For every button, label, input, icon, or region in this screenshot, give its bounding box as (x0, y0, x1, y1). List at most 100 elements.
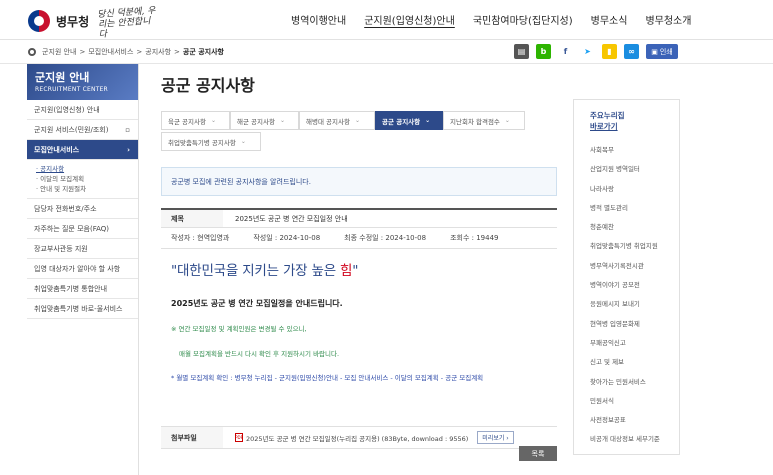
side-nav-item[interactable]: 장교부사관등 지원 (27, 239, 138, 259)
quick-link[interactable]: 병역이야기 공모전 (590, 279, 679, 298)
quick-link[interactable]: 병적 별도관리 (590, 202, 679, 221)
hero-slogan: "대한민국을 지키는 가장 높은 힘" (171, 263, 359, 279)
quick-link[interactable]: 사전정보공표 (590, 414, 679, 433)
kakaostory-icon[interactable]: ▮ (602, 44, 617, 59)
list-button[interactable]: 목록 (519, 446, 557, 461)
side-nav-item[interactable]: 취업맞춤특기병 바로-울서비스 (27, 299, 138, 319)
quick-link[interactable]: 사회복무 (590, 144, 679, 163)
chevron-down-icon: ⌄ (279, 117, 285, 124)
quick-links-list: 사회복무 산업지원 병역일터 나라사랑 병적 별도관리 청춘예찬 취업맞춤특기병… (590, 144, 679, 453)
post-date: 작성일 : 2024-10-08 (253, 234, 321, 242)
printer-small-icon[interactable]: ▤ (514, 44, 529, 59)
preview-button[interactable]: 미리보기 › (477, 431, 514, 444)
quick-link[interactable]: 찾아가는 민원서비스 (590, 376, 679, 395)
post-author: 작성자 : 현역입영과 (171, 234, 230, 242)
print-button[interactable]: ▣ 인쇄 (646, 44, 678, 59)
side-nav-item[interactable]: 군지원(입영신청) 안내 (27, 100, 138, 120)
quick-link[interactable]: 취업맞춤특기병 취업지원 (590, 240, 679, 259)
nav-item-participation[interactable]: 국민참여마당(집단지성) (473, 12, 573, 27)
breadcrumb-bar: 군지원 안내 > 모집안내서비스 > 공지사항 > 공군 공지사항 ▤ b f ➤ ▮… (0, 40, 773, 64)
attachment-row: 첨부파일 PDF 2025년도 공군 병 연간 모집일정(누리집 공지용) (8… (161, 427, 557, 449)
nav-item-enlistment[interactable]: 군지원(입영신청)안내 (364, 12, 455, 27)
chevron-down-icon: ⌄ (504, 117, 510, 124)
pdf-icon: PDF (235, 433, 243, 442)
tab-past-scores[interactable]: 지난회차 합격점수 ⌄ (443, 111, 525, 130)
nav-item-service-guide[interactable]: 병역이행안내 (291, 12, 346, 27)
quick-link[interactable]: 현역병 입영문화제 (590, 318, 679, 337)
info-box: 공군병 모집에 관련된 공지사항을 알려드립니다. (161, 167, 557, 196)
site-header: 병무청 당신 덕분에, 우리는 안전합니다 병역이행안내 군지원(입영신청)안내… (0, 0, 773, 40)
print-label: 인쇄 (659, 47, 673, 56)
quick-link[interactable]: 응원메시지 보내기 (590, 298, 679, 317)
quick-link[interactable]: 병무역사기록전시관 (590, 260, 679, 279)
chevron-down-icon: ⌄ (240, 138, 246, 145)
quick-links-panel: 주요누리집 바로가기 사회복무 산업지원 병역일터 나라사랑 병적 별도관리 청… (573, 99, 680, 455)
post-modified: 최종 수정일 : 2024-10-08 (344, 234, 427, 242)
side-nav-submenu: · 공지사항 · 이달의 모집계획 · 안내 및 지원절차 (27, 160, 138, 199)
tab-navy[interactable]: 해군 공지사항 ⌄ (230, 111, 299, 130)
post-meta-row: 작성자 : 현역입영과 작성일 : 2024-10-08 최종 수정일 : 20… (161, 228, 557, 249)
side-nav-item-active[interactable]: 모집안내서비스 › (27, 140, 138, 160)
side-nav-item[interactable]: 취업맞춤특기병 통합안내 (27, 279, 138, 299)
tab-marine[interactable]: 해병대 공지사항 ⌄ (299, 111, 375, 130)
blog-icon[interactable]: b (536, 44, 551, 59)
quick-links-title: 주요누리집 바로가기 (590, 111, 625, 131)
side-nav-item[interactable]: 군지원 서비스(민원/조회) ▫ (27, 120, 138, 140)
external-icon: ▫ (125, 125, 130, 134)
post-views: 조회수 : 19449 (450, 234, 499, 242)
breadcrumb-item[interactable]: 공지사항 (145, 47, 171, 57)
tab-army[interactable]: 육군 공지사항 ⌄ (161, 111, 230, 130)
facebook-icon[interactable]: f (558, 44, 573, 59)
attachment-label: 첨부파일 (161, 427, 223, 448)
side-nav-item[interactable]: 담당자 전화번호/주소 (27, 199, 138, 219)
post-view: 제목 2025년도 공군 병 연간 모집일정 안내 작성자 : 현역입영과 작성… (161, 208, 557, 449)
tab-airforce[interactable]: 공군 공지사항 ⌄ (375, 111, 443, 130)
side-nav-header: 군지원 안내 RECRUITMENT CENTER (27, 64, 138, 100)
post-title-row: 제목 2025년도 공군 병 연간 모집일정 안내 (161, 208, 557, 228)
post-body: "대한민국을 지키는 가장 높은 힘" 2025년도 공군 병 연간 모집일정을… (161, 249, 557, 427)
chevron-down-icon: ⌄ (354, 117, 360, 124)
link-icon[interactable]: ∞ (624, 44, 639, 59)
quick-link[interactable]: 민원서식 (590, 395, 679, 414)
submenu-item-monthly-plan[interactable]: · 이달의 모집계획 (36, 174, 138, 184)
side-nav: 군지원 안내 RECRUITMENT CENTER 군지원(입영신청) 안내 군… (27, 64, 139, 475)
home-icon[interactable] (28, 48, 36, 56)
taegeuk-emblem-icon (28, 10, 50, 32)
logo-text: 병무청 (56, 14, 90, 29)
side-nav-item[interactable]: 자주하는 질문 모음(FAQ) (27, 219, 138, 239)
body-notice: ※ 연간 모집일정 및 계획인원은 변경될 수 있으니, (171, 325, 307, 333)
submenu-item-notice[interactable]: · 공지사항 (36, 164, 138, 174)
quick-link[interactable]: 비공개 대상정보 세부기준 (590, 433, 679, 452)
quick-link[interactable]: 나라사랑 (590, 183, 679, 202)
side-nav-title: 군지원 안내 (35, 71, 90, 84)
post-title-label: 제목 (161, 210, 223, 227)
body-monthly-plan-path: * 월별 모집계획 확인 : 병무청 누리집 - 군지원(입영신청)안내 - 모… (171, 374, 484, 382)
side-nav-item[interactable]: 입영 대상자가 알아야 할 사항 (27, 259, 138, 279)
chevron-down-icon: ⌄ (210, 117, 216, 124)
quick-link[interactable]: 부패공익신고 (590, 337, 679, 356)
share-tools: ▤ b f ➤ ▮ ∞ ▣ 인쇄 (514, 44, 678, 59)
tab-special-skill[interactable]: 취업맞춤특기병 공지사항 ⌄ (161, 132, 261, 151)
printer-icon: ▣ (651, 47, 658, 56)
breadcrumb-item[interactable]: 모집안내서비스 (88, 47, 133, 57)
twitter-icon[interactable]: ➤ (580, 44, 595, 59)
chevron-right-icon: › (127, 145, 130, 154)
nav-item-about[interactable]: 병무청소개 (645, 12, 691, 27)
quick-link[interactable]: 신고 및 제보 (590, 356, 679, 375)
body-heading: 2025년도 공군 병 연간 모집일정을 안내드립니다. (171, 299, 343, 308)
site-logo[interactable]: 병무청 (28, 10, 89, 32)
side-nav-subtitle: RECRUITMENT CENTER (35, 86, 108, 93)
breadcrumb-item[interactable]: 군지원 안내 (42, 47, 76, 57)
post-title: 2025년도 공군 병 연간 모집일정 안내 (235, 214, 348, 223)
chevron-down-icon: ⌄ (425, 117, 431, 124)
nav-item-news[interactable]: 병무소식 (591, 12, 628, 27)
breadcrumb: 군지원 안내 > 모집안내서비스 > 공지사항 > 공군 공지사항 (28, 47, 224, 57)
quick-link[interactable]: 청춘예찬 (590, 221, 679, 240)
submenu-item-procedure[interactable]: · 안내 및 지원절차 (36, 184, 138, 194)
attachment-link[interactable]: 2025년도 공군 병 연간 모집일정(누리집 공지용) (83Byte, do… (246, 433, 468, 443)
quick-link[interactable]: 산업지원 병역일터 (590, 163, 679, 182)
body-notice-cont: 매월 모집계획을 반드시 다시 확인 후 지원하시기 바랍니다. (179, 350, 340, 358)
breadcrumb-current: 공군 공지사항 (182, 48, 224, 56)
slogan-calligraphy: 당신 덕분에, 우리는 안전합니다 (97, 6, 156, 41)
page-title: 공군 공지사항 (161, 76, 255, 95)
